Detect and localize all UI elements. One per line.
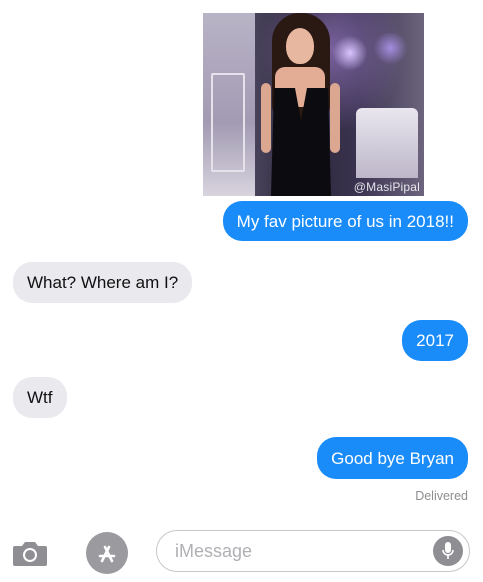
message-bubble-sent[interactable]: 2017 — [402, 320, 468, 361]
message-text: Good bye Bryan — [331, 448, 454, 468]
camera-icon[interactable] — [12, 539, 48, 567]
app-store-icon[interactable] — [86, 532, 128, 574]
message-text: My fav picture of us in 2018!! — [236, 211, 454, 231]
message-input[interactable]: iMessage — [156, 530, 470, 572]
message-bubble-received[interactable]: What? Where am I? — [13, 262, 193, 303]
photo-wall — [203, 13, 255, 196]
photo-lights — [323, 33, 413, 83]
photo-person-arm — [330, 83, 340, 153]
message-input-placeholder: iMessage — [175, 541, 253, 561]
shared-photo[interactable]: @MasiPipal — [203, 13, 424, 196]
photo-person-arm — [261, 83, 271, 153]
photo-person-face — [286, 28, 314, 64]
delivery-status: Delivered — [415, 489, 468, 503]
message-bubble-sent[interactable]: Good bye Bryan — [317, 437, 468, 479]
photo-watermark: @MasiPipal — [353, 180, 420, 194]
message-bubble-sent[interactable]: My fav picture of us in 2018!! — [222, 201, 468, 241]
message-text: Wtf — [27, 388, 53, 407]
microphone-icon[interactable] — [433, 536, 463, 566]
message-text: 2017 — [416, 331, 454, 350]
message-bubble-received[interactable]: Wtf — [13, 377, 67, 418]
message-text: What? Where am I? — [27, 273, 179, 292]
photo-table — [356, 108, 418, 178]
